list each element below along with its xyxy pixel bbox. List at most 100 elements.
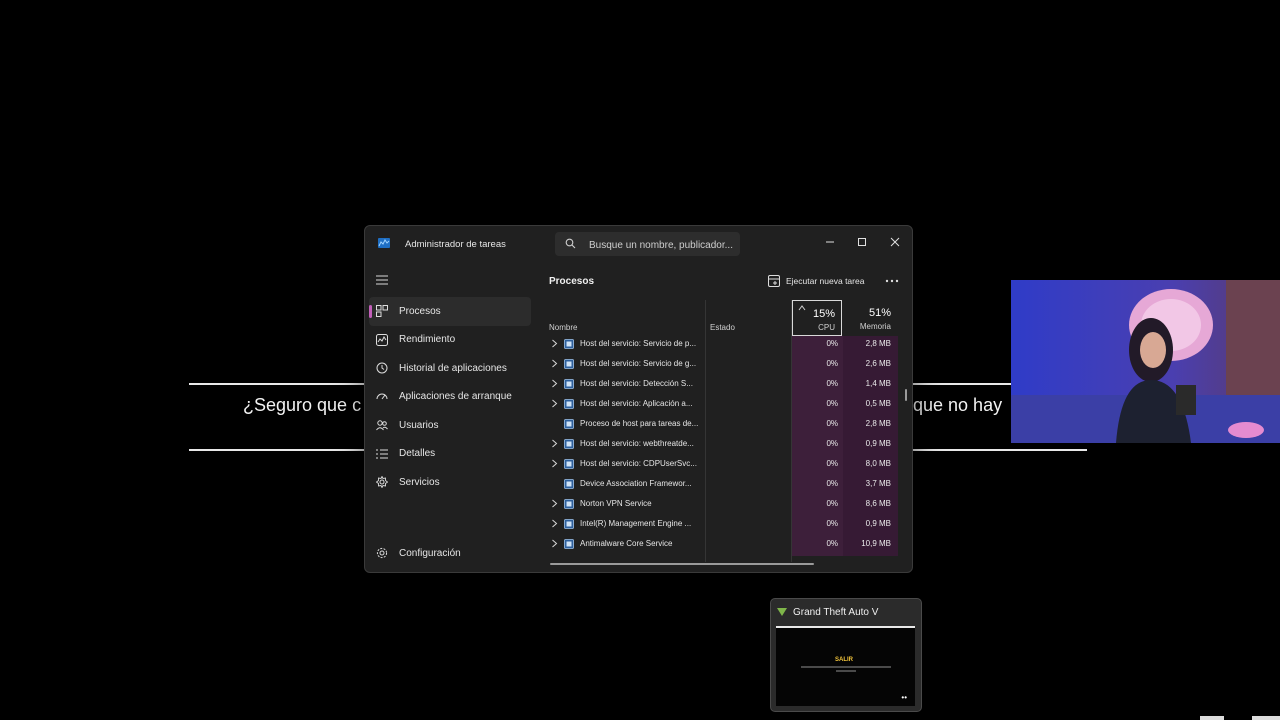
- users-icon: [376, 420, 388, 431]
- window-title: Administrador de tareas: [405, 239, 506, 250]
- table-row[interactable]: Host del servicio: Aplicación a... 0% 0,5 …: [545, 394, 900, 414]
- minimize-button[interactable]: [818, 231, 842, 253]
- table-row[interactable]: Norton VPN Service 0% 8,6 MB: [545, 494, 900, 514]
- table-row[interactable]: Proceso de host para tareas de... 0% 2,8 M…: [545, 414, 900, 434]
- process-name: Host del servicio: Detección S...: [580, 379, 693, 388]
- search-icon: [565, 238, 576, 249]
- process-name: Host del servicio: Servicio de g...: [580, 359, 697, 368]
- chevron-right-icon[interactable]: [551, 539, 558, 548]
- table-row[interactable]: Host del servicio: Servicio de p... 0% 2,8…: [545, 334, 900, 354]
- services-icon: [376, 476, 388, 488]
- sort-ascending-icon: [798, 305, 806, 311]
- more-options-button[interactable]: [884, 275, 900, 287]
- sidebar-item-configuracion[interactable]: Configuración: [365, 540, 535, 566]
- sidebar-nav: Procesos Rendimiento Historial de aplica…: [365, 297, 535, 497]
- process-icon: [564, 539, 574, 549]
- sidebar-item-historial[interactable]: Historial de aplicaciones: [365, 354, 535, 383]
- process-memory: 2,6 MB: [865, 359, 891, 368]
- details-icon: [376, 449, 388, 458]
- table-row[interactable]: Host del servicio: webthreatde... 0% 0,9 M…: [545, 434, 900, 454]
- chevron-right-icon[interactable]: [551, 439, 558, 448]
- gta-v-icon: [777, 608, 787, 616]
- run-new-task-button[interactable]: Ejecutar nueva tarea: [768, 273, 864, 289]
- process-cpu: 0%: [826, 419, 838, 428]
- table-row[interactable]: Antimalware Core Service 0% 10,9 MB: [545, 534, 900, 554]
- chevron-right-icon[interactable]: [551, 499, 558, 508]
- hamburger-menu-icon[interactable]: [376, 275, 388, 285]
- process-cpu: 0%: [826, 359, 838, 368]
- sidebar-item-label: Procesos: [399, 305, 441, 317]
- run-new-task-label: Ejecutar nueva tarea: [786, 276, 865, 286]
- close-button[interactable]: [883, 231, 907, 253]
- chevron-right-icon[interactable]: [551, 459, 558, 468]
- sidebar-item-procesos[interactable]: Procesos: [369, 297, 531, 326]
- column-header-memory[interactable]: 51% Memoria: [845, 300, 897, 336]
- chevron-right-icon[interactable]: [551, 379, 558, 388]
- title-bar[interactable]: Administrador de tareas: [365, 226, 912, 264]
- chevron-right-icon[interactable]: [551, 399, 558, 408]
- preview-text: SALIR: [835, 657, 853, 663]
- process-memory: 1,4 MB: [865, 379, 891, 388]
- maximize-button[interactable]: [850, 231, 874, 253]
- column-header-cpu[interactable]: 15% CPU: [792, 300, 842, 336]
- table-row[interactable]: Intel(R) Management Engine ... 0% 0,9 MB: [545, 514, 900, 534]
- process-name: Host del servicio: webthreatde...: [580, 439, 694, 448]
- search-box[interactable]: [555, 232, 740, 256]
- process-cpu: 0%: [826, 439, 838, 448]
- process-icon: [564, 399, 574, 409]
- sidebar-item-rendimiento[interactable]: Rendimiento: [365, 326, 535, 355]
- table-row[interactable]: Host del servicio: Servicio de g... 0% 2,6…: [545, 354, 900, 374]
- chevron-right-icon[interactable]: [551, 359, 558, 368]
- chevron-right-icon[interactable]: [551, 339, 558, 348]
- task-manager-icon: [378, 238, 390, 248]
- process-cpu: 0%: [826, 399, 838, 408]
- memory-label: Memoria: [859, 322, 891, 331]
- sidebar-item-label: Servicios: [399, 476, 440, 488]
- process-icon: [564, 459, 574, 469]
- process-icon: [564, 339, 574, 349]
- horizontal-scrollbar[interactable]: [550, 563, 814, 565]
- process-cpu: 0%: [826, 339, 838, 348]
- taskbar-thumbnail[interactable]: Grand Theft Auto V SALIR ••: [770, 598, 922, 712]
- process-memory: 10,9 MB: [861, 539, 891, 548]
- process-memory: 8,6 MB: [865, 499, 891, 508]
- gear-icon: [376, 547, 388, 559]
- chevron-right-icon[interactable]: [551, 519, 558, 528]
- vertical-scrollbar[interactable]: [905, 389, 907, 401]
- preview-dots-icon: ••: [901, 693, 907, 702]
- cpu-label: CPU: [818, 323, 835, 332]
- process-cpu: 0%: [826, 459, 838, 468]
- process-memory: 3,7 MB: [865, 479, 891, 488]
- process-name: Proceso de host para tareas de...: [580, 419, 699, 428]
- maximize-icon: [858, 238, 866, 246]
- process-icon: [564, 419, 574, 429]
- process-name: Host del servicio: CDPUserSvc...: [580, 459, 697, 468]
- process-memory: 2,8 MB: [865, 339, 891, 348]
- sidebar-item-usuarios[interactable]: Usuarios: [365, 411, 535, 440]
- column-header-name[interactable]: Nombre: [549, 323, 577, 332]
- table-row[interactable]: Device Association Framewor... 0% 3,7 MB: [545, 474, 900, 494]
- process-icon: [564, 499, 574, 509]
- processes-icon: [376, 305, 388, 317]
- process-name: Device Association Framewor...: [580, 479, 692, 488]
- process-cpu: 0%: [826, 479, 838, 488]
- close-icon: [890, 237, 900, 247]
- table-row[interactable]: Host del servicio: Detección S... 0% 1,4 M…: [545, 374, 900, 394]
- thumbnail-preview: SALIR ••: [776, 626, 915, 706]
- performance-icon: [376, 333, 388, 346]
- sidebar-item-detalles[interactable]: Detalles: [365, 440, 535, 469]
- process-icon: [564, 379, 574, 389]
- process-name: Host del servicio: Aplicación a...: [580, 399, 693, 408]
- process-memory: 8,0 MB: [865, 459, 891, 468]
- sidebar-item-arranque[interactable]: Aplicaciones de arranque: [365, 383, 535, 412]
- process-icon: [564, 359, 574, 369]
- sidebar-item-label: Detalles: [399, 448, 436, 460]
- sidebar-item-servicios[interactable]: Servicios: [365, 468, 535, 497]
- cpu-percent: 15%: [812, 308, 835, 320]
- search-input[interactable]: [587, 235, 739, 255]
- memory-percent: 51%: [868, 307, 891, 319]
- process-name: Intel(R) Management Engine ...: [580, 519, 692, 528]
- table-row[interactable]: Host del servicio: CDPUserSvc... 0% 8,0 MB: [545, 454, 900, 474]
- column-header-status[interactable]: Estado: [710, 323, 735, 332]
- webcam-overlay: [1011, 280, 1280, 443]
